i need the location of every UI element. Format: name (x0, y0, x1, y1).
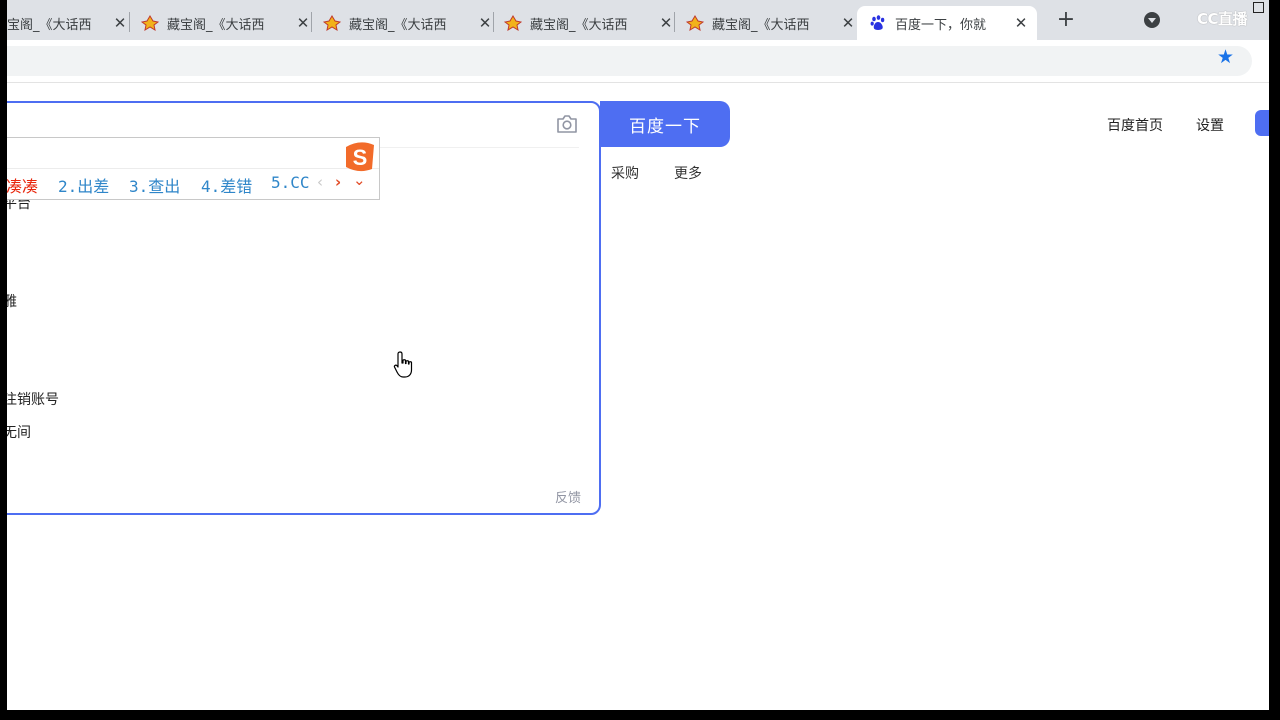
sogou-logo-icon: S (343, 139, 377, 173)
tab-cangbaoge-3[interactable]: 藏宝阁_《大话西 ✕ (323, 6, 493, 40)
baidu-paw-icon (869, 14, 887, 32)
tab-search-dropdown-icon[interactable] (1144, 12, 1160, 28)
tab-cangbaoge-2[interactable]: 藏宝阁_《大话西 ✕ (141, 6, 311, 40)
address-bar: ★ (7, 40, 1269, 83)
tab-separator (493, 12, 494, 32)
tab-title: 百度一下，你就 (895, 17, 987, 33)
tab-baidu[interactable]: 百度一下，你就 ✕ (857, 6, 1037, 40)
baidu-home-link[interactable]: 百度首页 (1107, 115, 1163, 135)
tab-title: 藏宝阁_《大话西 (530, 17, 628, 33)
tab-cangbaoge-4[interactable]: 藏宝阁_《大话西 ✕ (504, 6, 674, 40)
bookmark-star-icon[interactable]: ★ (1217, 46, 1234, 68)
suggestion-item[interactable]: 间无间 (7, 422, 31, 442)
tab-close-icon[interactable]: ✕ (295, 14, 311, 32)
login-button[interactable] (1255, 110, 1269, 136)
ime-candidate-window: S 凑凑 2.出差 3.查出 4.差错 5.CC ‹ › ⌄ (7, 137, 380, 200)
tab-close-icon[interactable]: ✕ (477, 14, 493, 32)
treasure-pavilion-icon (141, 14, 159, 32)
tab-title: 藏宝阁_《大话西 (712, 17, 810, 33)
feedback-link[interactable]: 反馈 (555, 487, 581, 506)
tab-close-icon[interactable]: ✕ (112, 14, 128, 32)
ime-candidate-2[interactable]: 2.出差 (58, 173, 109, 197)
hand-cursor-icon (393, 350, 417, 380)
camera-icon[interactable] (555, 114, 577, 133)
svg-text:S: S (353, 145, 368, 170)
treasure-pavilion-icon (323, 14, 341, 32)
treasure-pavilion-icon (504, 14, 522, 32)
search-button[interactable]: 百度一下 (600, 101, 730, 147)
tab-separator (129, 12, 130, 32)
ime-expand-icon[interactable]: ⌄ (353, 171, 366, 189)
tab-cangbaoge-1[interactable]: 宝阁_《大话西 ✕ (7, 6, 128, 40)
ime-candidate-1[interactable]: 凑凑 (7, 173, 38, 197)
tab-close-icon[interactable]: ✕ (1013, 14, 1029, 32)
tab-separator (311, 12, 312, 32)
settings-link[interactable]: 设置 (1196, 115, 1224, 135)
ime-candidate-5[interactable]: 5.CC (271, 173, 310, 192)
suggestion-item[interactable]: 尔雅 (7, 291, 17, 311)
tab-title: 藏宝阁_《大话西 (167, 17, 265, 33)
tab-title: 藏宝阁_《大话西 (349, 17, 447, 33)
suggestion-item[interactable]: 以注销账号 (7, 389, 59, 409)
nav-link-purchase[interactable]: 采购 (611, 163, 639, 183)
window-maximize-icon[interactable] (1253, 2, 1264, 13)
tab-cangbaoge-5[interactable]: 藏宝阁_《大话西 ✕ (686, 6, 856, 40)
ime-candidate-4[interactable]: 4.差错 (201, 173, 252, 197)
url-omnibox[interactable] (7, 46, 1252, 76)
browser-window: 宝阁_《大话西 ✕ 藏宝阁_《大话西 ✕ 藏宝阁_《大话西 ✕ 藏宝阁_《大话西 (7, 0, 1269, 710)
tab-strip: 宝阁_《大话西 ✕ 藏宝阁_《大话西 ✕ 藏宝阁_《大话西 ✕ 藏宝阁_《大话西 (7, 0, 1269, 40)
tab-close-icon[interactable]: ✕ (658, 14, 674, 32)
tab-title: 宝阁_《大话西 (7, 17, 92, 33)
stream-watermark: CC直播 (1197, 10, 1248, 28)
ime-next-page-icon[interactable]: › (335, 173, 341, 191)
nav-link-more[interactable]: 更多 (674, 163, 702, 183)
tab-close-icon[interactable]: ✕ (840, 14, 856, 32)
ime-candidate-3[interactable]: 3.查出 (129, 173, 180, 197)
new-tab-button[interactable]: + (1052, 8, 1080, 34)
treasure-pavilion-icon (686, 14, 704, 32)
ime-composition-bar (7, 138, 379, 169)
tab-separator (674, 12, 675, 32)
ime-prev-page-icon[interactable]: ‹ (317, 173, 323, 191)
